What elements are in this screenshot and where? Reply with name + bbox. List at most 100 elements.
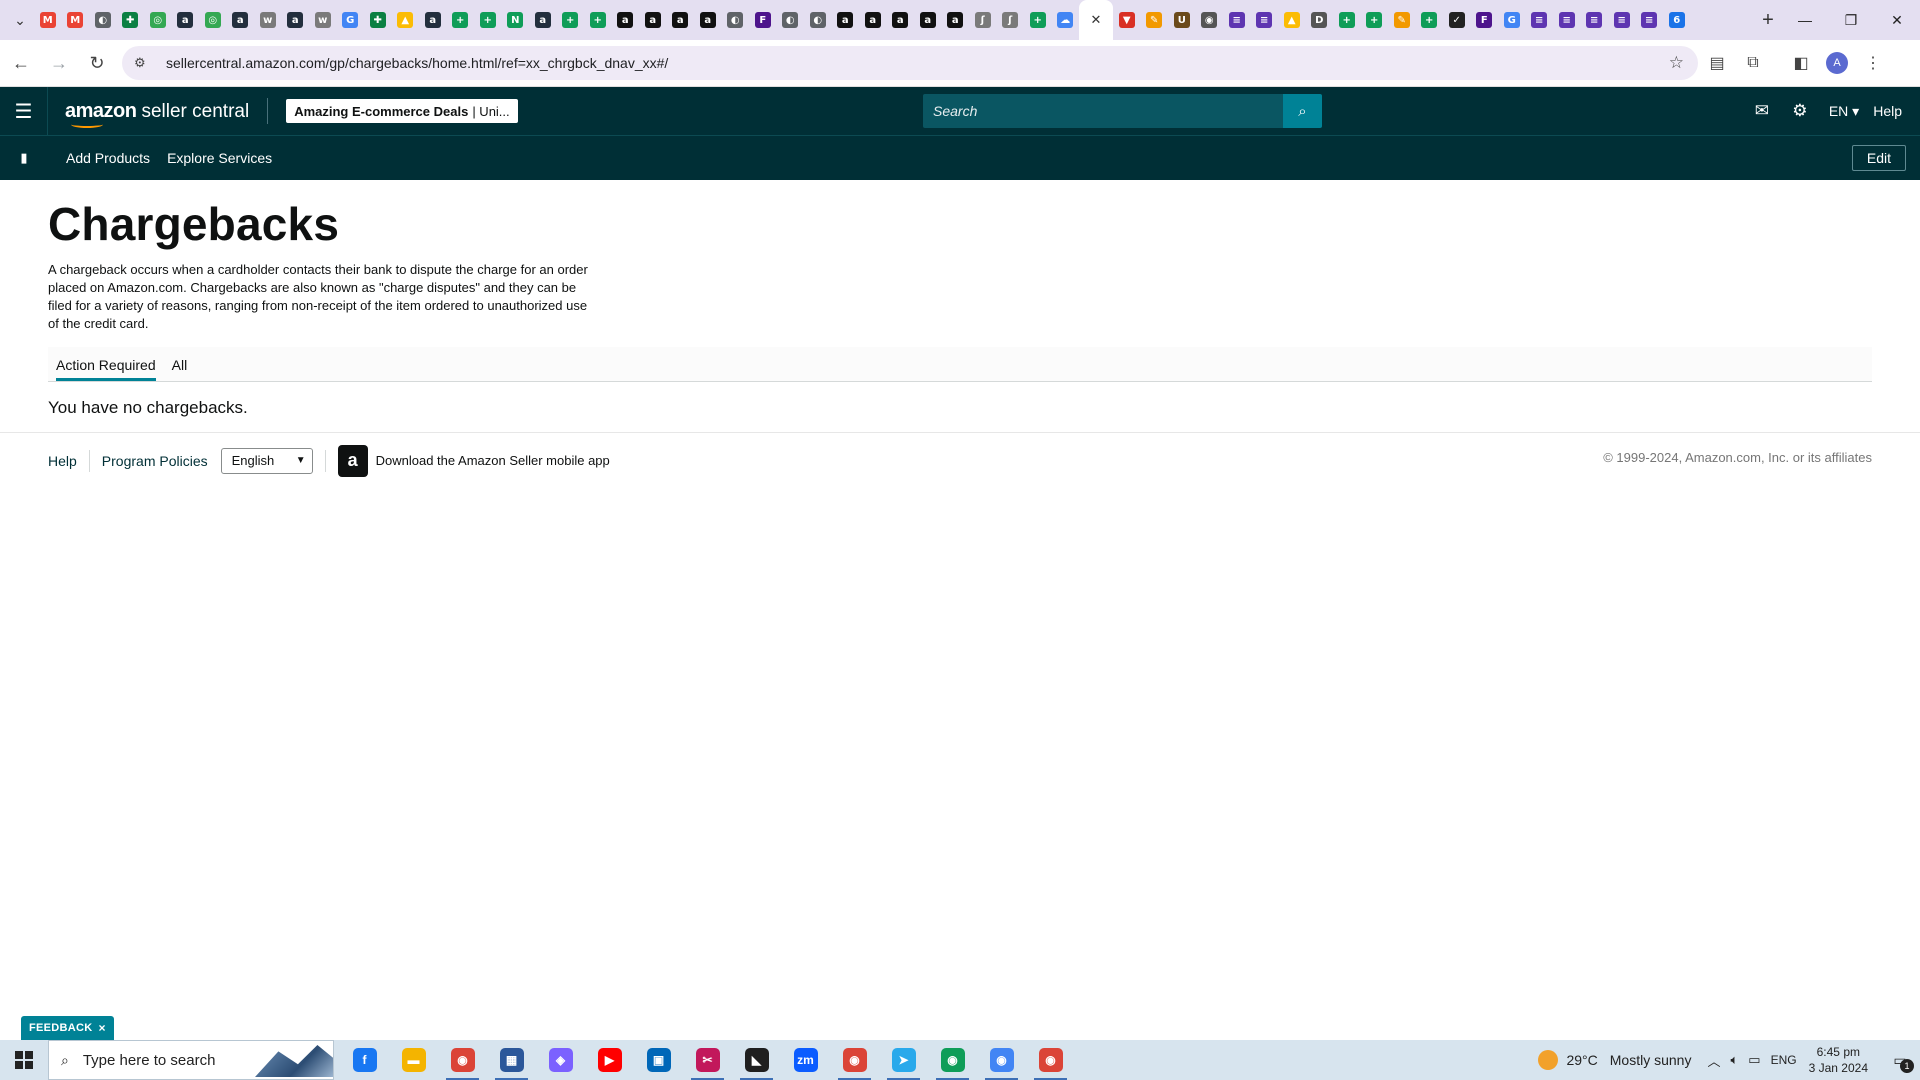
browser-tab[interactable]: a	[859, 0, 887, 40]
browser-tab[interactable]: ◐	[777, 0, 805, 40]
help-link[interactable]: Help	[1873, 103, 1902, 119]
close-icon[interactable]: ✕	[1088, 12, 1104, 28]
browser-tab[interactable]: a	[914, 0, 942, 40]
browser-tab[interactable]: a	[639, 0, 667, 40]
browser-tab[interactable]: a	[887, 0, 915, 40]
footer-language-select[interactable]: English ▼	[220, 447, 313, 474]
edit-bookmarks-button[interactable]: Edit	[1851, 145, 1906, 171]
browser-tab[interactable]: F	[1471, 0, 1499, 40]
taskbar-app-facebook[interactable]: f	[340, 1040, 389, 1080]
browser-tab[interactable]: ≡	[1251, 0, 1279, 40]
reload-icon[interactable]: ↻	[80, 46, 114, 80]
browser-tab[interactable]: ◐	[804, 0, 832, 40]
url-text[interactable]: sellercentral.amazon.com/gp/chargebacks/…	[166, 55, 1669, 71]
browser-tab[interactable]: +	[1024, 0, 1052, 40]
browser-tab[interactable]: ◎	[199, 0, 227, 40]
browser-tab[interactable]: ✚	[117, 0, 145, 40]
tab-action-required[interactable]: Action Required	[56, 357, 156, 381]
browser-tab[interactable]: ▲	[392, 0, 420, 40]
search-input[interactable]	[923, 94, 1283, 128]
network-icon[interactable]: ▭	[1748, 1052, 1760, 1068]
browser-tab[interactable]: ◎	[144, 0, 172, 40]
browser-tab[interactable]: a	[529, 0, 557, 40]
browser-tab[interactable]: ✎	[1388, 0, 1416, 40]
kebab-menu-icon[interactable]: ⋮	[1856, 46, 1890, 80]
browser-tab[interactable]: a	[942, 0, 970, 40]
side-panel-icon[interactable]: ◧	[1784, 46, 1818, 80]
close-window-icon[interactable]: ✕	[1874, 0, 1920, 40]
taskbar-app-store[interactable]: ▣	[634, 1040, 683, 1080]
browser-tab[interactable]: D	[1306, 0, 1334, 40]
browser-tab[interactable]: ≡	[1223, 0, 1251, 40]
taskbar-app-chrome-profile-a[interactable]: ◉	[928, 1040, 977, 1080]
taskbar-app-telegram[interactable]: ➤	[879, 1040, 928, 1080]
browser-tab[interactable]: +	[447, 0, 475, 40]
browser-tab[interactable]: ≡	[1553, 0, 1581, 40]
close-icon[interactable]: ×	[99, 1021, 106, 1035]
puzzle-icon[interactable]: ⧉	[1736, 46, 1770, 80]
browser-tab[interactable]: w	[309, 0, 337, 40]
browser-tab[interactable]: ☁	[1052, 0, 1080, 40]
browser-tab[interactable]: ◉	[1196, 0, 1224, 40]
footer-program-policies-link[interactable]: Program Policies	[102, 453, 208, 469]
browser-tab[interactable]: ʃ	[997, 0, 1025, 40]
browser-tab[interactable]: M	[62, 0, 90, 40]
browser-tab[interactable]: M	[34, 0, 62, 40]
browser-tab[interactable]: G	[337, 0, 365, 40]
taskbar-app-file-explorer[interactable]: ▬	[389, 1040, 438, 1080]
forward-icon[interactable]: →	[42, 46, 76, 80]
chevron-up-icon[interactable]: ︿	[1707, 1051, 1720, 1070]
browser-tab[interactable]: a	[612, 0, 640, 40]
taskbar-app-chrome-profile[interactable]: ◉	[830, 1040, 879, 1080]
weather-widget[interactable]: 29°C Mostly sunny	[1538, 1050, 1691, 1070]
mail-icon[interactable]: ✉	[1743, 87, 1781, 135]
browser-tab[interactable]: ◐	[89, 0, 117, 40]
browser-tab[interactable]: a	[832, 0, 860, 40]
bookmark-icon[interactable]: ▮	[0, 150, 48, 166]
new-tab-button[interactable]: +	[1754, 6, 1782, 34]
hamburger-menu-icon[interactable]: ☰	[0, 87, 48, 135]
store-switcher[interactable]: Amazing E-commerce Deals | Uni...	[286, 99, 518, 123]
taskbar-app-snipping[interactable]: ✂	[683, 1040, 732, 1080]
browser-tab[interactable]: +	[557, 0, 585, 40]
taskbar-app-copilot[interactable]: ◈	[536, 1040, 585, 1080]
taskbar-app-sticky-notes[interactable]: ◣	[732, 1040, 781, 1080]
address-bar[interactable]: ⚙ sellercentral.amazon.com/gp/chargeback…	[122, 46, 1698, 80]
tab-all[interactable]: All	[172, 357, 188, 381]
browser-tab[interactable]: a	[227, 0, 255, 40]
input-language[interactable]: ENG	[1771, 1053, 1797, 1067]
footer-help-link[interactable]: Help	[48, 453, 77, 469]
browser-tab[interactable]: ≡	[1526, 0, 1554, 40]
browser-tab[interactable]: a	[172, 0, 200, 40]
browser-tab[interactable]: N	[502, 0, 530, 40]
browser-tab[interactable]: ≡	[1636, 0, 1664, 40]
browser-tab[interactable]: +	[1333, 0, 1361, 40]
browser-tab[interactable]: G	[1498, 0, 1526, 40]
restore-icon[interactable]: ❐	[1828, 0, 1874, 40]
notification-icon[interactable]: ▭ 1	[1880, 1040, 1920, 1080]
nav-add-products[interactable]: Add Products	[66, 150, 150, 166]
browser-tab[interactable]: ✎	[1141, 0, 1169, 40]
browser-tab[interactable]: ▲	[1278, 0, 1306, 40]
bookmark-star-icon[interactable]: ☆	[1669, 53, 1684, 73]
browser-tab[interactable]: ◐	[722, 0, 750, 40]
browser-tab[interactable]: +	[1416, 0, 1444, 40]
browser-tab[interactable]: w	[254, 0, 282, 40]
windows-start-icon[interactable]	[0, 1040, 48, 1080]
browser-tab[interactable]: ≡	[1581, 0, 1609, 40]
browser-tab[interactable]: ▼	[1113, 0, 1141, 40]
feedback-button[interactable]: FEEDBACK ×	[21, 1016, 114, 1040]
gear-icon[interactable]: ⚙	[1781, 87, 1819, 135]
extension-icon[interactable]: ▤	[1700, 46, 1734, 80]
speaker-icon[interactable]: 🔈︎	[1730, 1052, 1738, 1068]
chevron-down-icon[interactable]: ⌄	[6, 6, 34, 34]
amazon-app-icon[interactable]: a	[337, 444, 368, 477]
browser-tab[interactable]: U	[1168, 0, 1196, 40]
browser-tab[interactable]: ≡	[1608, 0, 1636, 40]
minimize-icon[interactable]: —	[1782, 0, 1828, 40]
browser-tab[interactable]: ʃ	[969, 0, 997, 40]
browser-tab[interactable]: ✓	[1443, 0, 1471, 40]
taskbar-search[interactable]: ⌕ Type here to search	[48, 1040, 334, 1080]
search-icon[interactable]: ⌕	[1283, 94, 1322, 128]
browser-tab[interactable]: a	[694, 0, 722, 40]
